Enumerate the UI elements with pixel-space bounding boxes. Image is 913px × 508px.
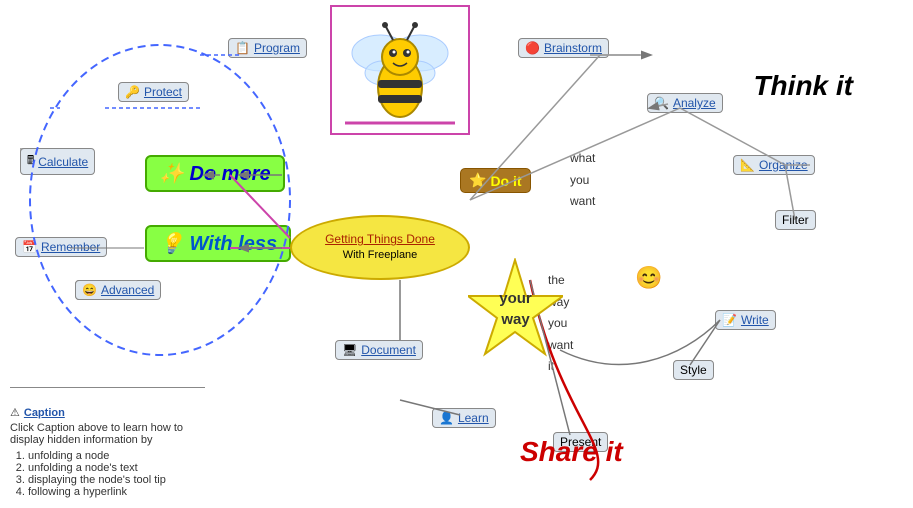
protect-icon: 🔑 (125, 85, 140, 99)
remember-icon: 📅 (22, 240, 37, 254)
think-it-text: Think it (753, 70, 853, 102)
do-it-node[interactable]: ⭐ Do it (460, 168, 531, 193)
with-less-label: With less (189, 233, 277, 255)
style-label: Style (680, 363, 707, 377)
your-way-container: yourway (468, 258, 563, 373)
caption-step-1: unfolding a node (28, 450, 210, 462)
word-what: what (570, 148, 595, 170)
caption-intro: Click Caption above to learn how to disp… (10, 422, 210, 446)
do-it-icon: ⭐ (469, 172, 486, 189)
do-more-icon: ✨ (159, 163, 184, 185)
learn-label: Learn (458, 411, 489, 425)
write-label: Write (741, 313, 769, 327)
caption-step-2: unfolding a node's text (28, 462, 210, 474)
organize-icon: 📐 (740, 158, 755, 172)
smiley-icon: 😊 (635, 265, 662, 291)
with-less-icon: 💡 (159, 233, 184, 255)
with-less-node[interactable]: 💡 With less (145, 225, 291, 262)
analyze-label: Analyze (673, 96, 716, 110)
calculate-node[interactable]: 7 🖩 Calculate (20, 148, 80, 168)
caption-title[interactable]: Caption (24, 407, 65, 419)
share-it-text: Share it (520, 436, 623, 468)
brainstorm-label: Brainstorm (544, 41, 602, 55)
word-you: you (570, 170, 595, 192)
caption-step-3: displaying the node's tool tip (28, 474, 210, 486)
bee-image (330, 5, 470, 135)
caption-steps: unfolding a node unfolding a node's text… (28, 450, 210, 498)
center-oval: Getting Things Done With Freeplane (290, 215, 470, 280)
remember-label: Remember (41, 240, 100, 254)
calculate-label: Calculate (38, 155, 88, 169)
learn-icon: 👤 (439, 411, 454, 425)
word-list: what you want (570, 148, 595, 213)
filter-label: Filter (782, 213, 809, 227)
document-icon: 🖥 (342, 343, 357, 357)
do-more-node[interactable]: ✨ Do more (145, 155, 285, 192)
caption-divider (10, 387, 205, 388)
document-label: Document (361, 343, 416, 357)
do-it-label: Do it (490, 173, 521, 189)
protect-label: Protect (144, 85, 182, 99)
caption-step-4: following a hyperlink (28, 486, 210, 498)
program-icon: 📋 (235, 41, 250, 55)
caption-area: ⚠ Caption Click Caption above to learn h… (10, 406, 210, 498)
advanced-label: Advanced (101, 283, 154, 297)
advanced-node[interactable]: 😄 Advanced (75, 280, 161, 300)
analyze-icon: 🔍 (654, 96, 669, 110)
your-way-text: yourway (468, 288, 563, 330)
organize-label: Organize (759, 158, 808, 172)
word-want: want (570, 191, 595, 213)
advanced-icon: 😄 (82, 283, 97, 297)
program-label: Program (254, 41, 300, 55)
write-icon: 📝 (722, 313, 737, 327)
calculate-icon: 🖩 (27, 151, 34, 172)
brainstorm-icon: 🔴 (525, 41, 540, 55)
with-freeplane-text: With Freeplane (343, 248, 418, 263)
getting-things-done-link[interactable]: Getting Things Done (325, 231, 435, 248)
caption-icon: ⚠ (10, 406, 20, 419)
do-more-label: Do more (189, 163, 270, 185)
